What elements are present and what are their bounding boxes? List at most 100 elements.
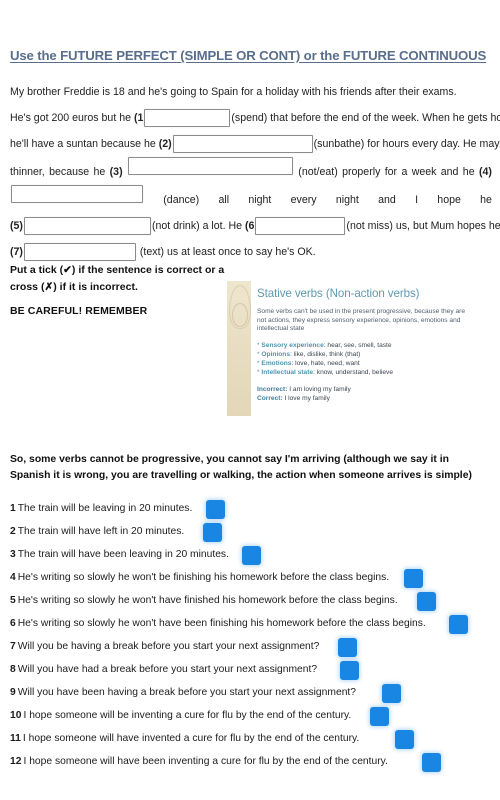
- blank-number-6: (6: [245, 220, 255, 232]
- cloze-text-2b: (spend) that before the end of the week.…: [231, 112, 500, 124]
- sentence-number: 12: [10, 756, 22, 767]
- stative-card-body: Stative verbs (Non-action verbs) Some ve…: [257, 281, 493, 404]
- sentence-number: 9: [10, 687, 16, 698]
- sentence-number: 8: [10, 664, 16, 675]
- table-row: 7 Will you be having a break before you s…: [10, 635, 500, 658]
- sentence-text: Will you have been having a break before…: [17, 687, 357, 698]
- sentence-text: The train will be leaving in 20 minutes.: [17, 503, 193, 514]
- swirl-decoration-2-icon: [232, 303, 248, 327]
- answer-box[interactable]: [422, 753, 441, 772]
- remember-heading: BE CAREFUL! REMEMBER: [10, 305, 148, 317]
- sentence-text: I hope someone will have invented a cure…: [22, 733, 360, 744]
- cloze-text-5h: hope: [437, 194, 461, 206]
- cloze-text-4i: and: [440, 166, 459, 178]
- instruction-part-1: Put a tick (: [10, 264, 64, 276]
- cloze-text-3a: he'll have a suntan because he: [10, 138, 156, 150]
- sentence-number: 6: [10, 618, 16, 629]
- table-row: 11 I hope someone will have invented a cu…: [10, 727, 500, 750]
- blank-input-6[interactable]: [255, 217, 346, 236]
- answer-box[interactable]: [370, 707, 389, 726]
- table-row: 5 He's writing so slowly he won't have fi…: [10, 589, 500, 612]
- sentence-text: The train will have been leaving in 20 m…: [17, 549, 229, 560]
- table-row: 9 Will you have been having a break befor…: [10, 681, 500, 704]
- cloze-line-5: (dance) all night every night and I hope…: [10, 185, 492, 213]
- answer-box[interactable]: [382, 684, 401, 703]
- table-row: 12 I hope someone will have been inventin…: [10, 750, 500, 773]
- answer-box[interactable]: [404, 569, 423, 588]
- answer-box[interactable]: [206, 500, 225, 519]
- blank-number-7: (7): [10, 246, 23, 258]
- blank-input-7[interactable]: [23, 243, 136, 262]
- cloze-text-4b: because: [49, 166, 90, 178]
- answer-box[interactable]: [417, 592, 436, 611]
- answer-box[interactable]: [338, 638, 357, 657]
- answer-box[interactable]: [395, 730, 414, 749]
- explanation-paragraph: So, some verbs cannot be progressive, yo…: [10, 454, 472, 481]
- answer-box[interactable]: [203, 523, 222, 542]
- cloze-text-6b: (not miss) us, but Mum hopes he: [346, 220, 500, 232]
- cloze-text-5g: I: [415, 194, 419, 206]
- cloze-line-4: thinner, because he (3) (not/eat) proper…: [10, 157, 492, 185]
- sentence-text: I hope someone will be inventing a cure …: [23, 710, 352, 721]
- incorrect-label: Incorrect:: [257, 385, 288, 393]
- stative-examples: Incorrect: I am loving my family Correct…: [257, 385, 493, 404]
- sentence-text: The train will have left in 20 minutes.: [17, 526, 185, 537]
- cloze-text-5a: (dance): [163, 194, 200, 206]
- cloze-text-4j: he: [462, 166, 475, 178]
- answer-box[interactable]: [242, 546, 261, 565]
- list-item: * Opinions: like, dislike, think (that): [257, 350, 361, 358]
- list-item: * Emotions: love, hate, need, want: [257, 359, 360, 367]
- blank-input-1[interactable]: [144, 109, 231, 128]
- sentence-text: Will you be having a break before you st…: [17, 641, 320, 652]
- blank-number-2: (2): [158, 138, 172, 150]
- sentence-number: 10: [10, 710, 22, 721]
- blank-number-3: (3): [109, 166, 123, 178]
- correct-label: Correct:: [257, 395, 283, 403]
- decorative-strip: [227, 281, 251, 416]
- stative-card-intro: Some verbs can't be used in the present …: [257, 308, 465, 333]
- correct-example: Correct: I love my family: [257, 394, 493, 403]
- blank-input-4[interactable]: [11, 185, 143, 203]
- cloze-text-4e: properly: [342, 166, 381, 178]
- cloze-text-5e: night: [335, 194, 359, 206]
- table-row: 10 I hope someone will be inventing a cur…: [10, 704, 500, 727]
- blank-number-1: (1: [133, 112, 144, 124]
- category-label: Intellectual state: [261, 368, 314, 376]
- answer-box[interactable]: [449, 615, 468, 634]
- worksheet-page: Use the FUTURE PERFECT (SIMPLE OR CONT) …: [0, 0, 500, 800]
- cloze-text-5i: he: [480, 194, 492, 206]
- cloze-text-4h: week: [411, 166, 437, 178]
- sentence-number: 5: [10, 595, 16, 606]
- blank-input-5[interactable]: [23, 217, 151, 236]
- sentence-number: 2: [10, 526, 16, 537]
- sentence-text: He's writing so slowly he won't have bee…: [17, 618, 426, 629]
- sentence-number: 7: [10, 641, 16, 652]
- sentence-text: Will you have had a break before you sta…: [17, 664, 318, 675]
- tick-icon: ✔: [63, 264, 72, 276]
- cloze-line-3: he'll have a suntan because he (2) (sunba…: [10, 131, 500, 157]
- bullet-star-icon: *: [257, 368, 260, 376]
- table-row: 8 Will you have had a break before you st…: [10, 658, 500, 681]
- category-label: Emotions: [261, 359, 292, 367]
- list-item: * Intellectual state: know, understand, …: [257, 368, 394, 376]
- cloze-text-4g: a: [401, 166, 408, 178]
- bullet-star-icon: *: [257, 359, 260, 367]
- sentence-text: I hope someone will have been inventing …: [23, 756, 388, 767]
- incorrect-example: Incorrect: I am loving my family: [257, 385, 493, 394]
- category-label: Sensory experience: [261, 341, 324, 349]
- blank-input-2[interactable]: [172, 135, 313, 154]
- cloze-text-2a: He's got 200 euros but he: [10, 112, 131, 124]
- incorrect-sentence: I am loving my family: [289, 385, 351, 393]
- cloze-text-4a: thinner,: [10, 166, 45, 178]
- category-examples: know, understand, believe: [316, 368, 394, 376]
- table-row: 3 The train will have been leaving in 20 …: [10, 543, 500, 566]
- bullet-star-icon: *: [257, 341, 260, 349]
- blank-input-3[interactable]: [127, 157, 293, 175]
- stative-category-list: * Sensory experience: hear, see, smell, …: [257, 341, 493, 377]
- answer-box[interactable]: [340, 661, 359, 680]
- cloze-text-6a: (not drink) a lot. He: [151, 220, 243, 232]
- sentence-list: 1 The train will be leaving in 20 minutes…: [10, 497, 500, 773]
- list-item: * Sensory experience: hear, see, smell, …: [257, 341, 392, 349]
- cloze-text-4d: (not/eat): [298, 166, 338, 178]
- table-row: 6 He's writing so slowly he won't have be…: [10, 612, 500, 635]
